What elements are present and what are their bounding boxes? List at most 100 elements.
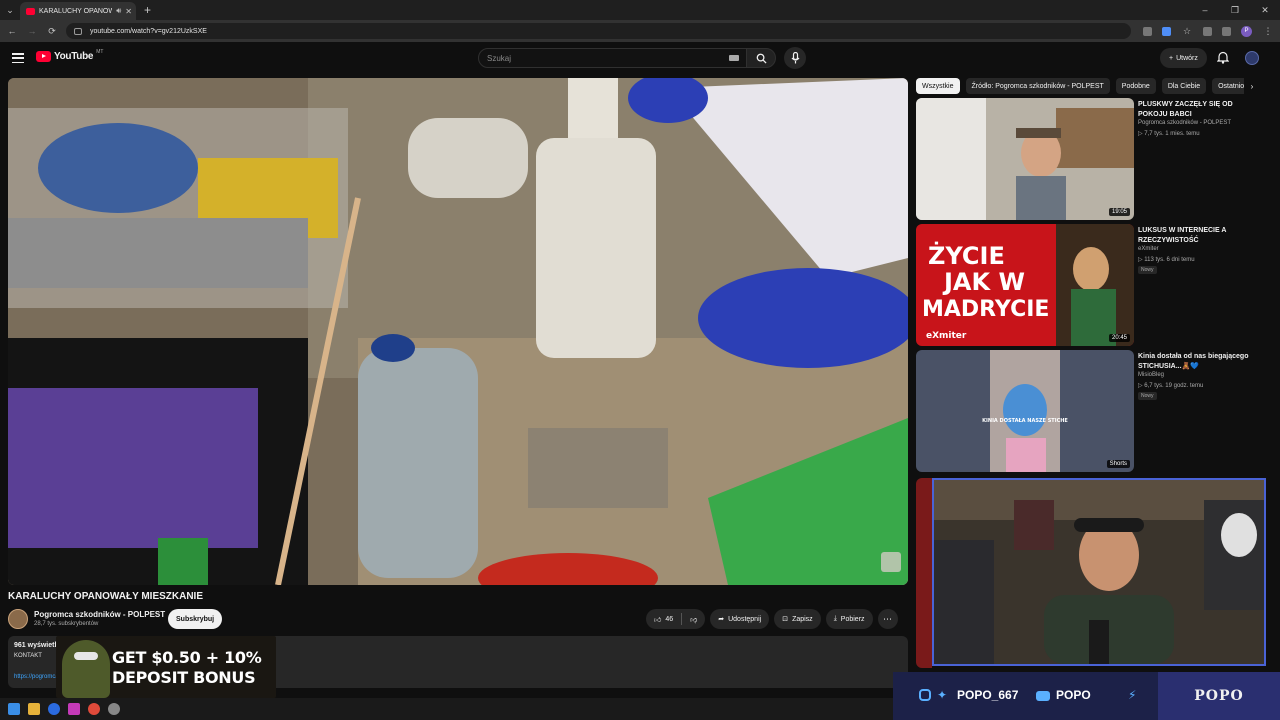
video-duration: 20:45 [1108, 334, 1130, 342]
download-button[interactable]: ⤓ Pobierz [825, 609, 873, 629]
windows-start-icon[interactable] [8, 703, 20, 715]
thumbnail-image [916, 98, 1134, 220]
edge-browser-icon[interactable] [48, 703, 60, 715]
webcam-image [934, 480, 1264, 664]
video-player[interactable] [8, 78, 908, 585]
create-button[interactable]: + Utwórz [1160, 48, 1207, 68]
youtube-masthead: YouTube MT + Utwórz [0, 42, 1280, 74]
deposit-bonus-overlay: GET $0.50 + 10% DEPOSIT BONUS [56, 636, 276, 698]
streamer-webcam [932, 478, 1266, 666]
subscribe-button[interactable]: Subskrybuj [168, 609, 223, 629]
close-window-icon[interactable]: ✕ [1250, 5, 1280, 16]
channel-avatar[interactable] [8, 609, 28, 629]
back-icon[interactable]: ← [6, 26, 18, 36]
like-button[interactable]: 👍︎ 46 [646, 609, 681, 629]
address-bar[interactable]: youtube.com/watch?v=gv212UzkSXE [66, 23, 1131, 39]
recommendation-title[interactable]: Kinia dostała od nas biegającego STICHUS… [1138, 352, 1262, 372]
messenger-icon[interactable] [68, 703, 80, 715]
stream-brand: POPO [1158, 672, 1280, 720]
translate-icon[interactable] [1143, 26, 1152, 36]
voice-search-button[interactable] [784, 47, 806, 69]
windows-taskbar [0, 698, 893, 720]
url-text: youtube.com/watch?v=gv212UzkSXE [90, 27, 207, 35]
video-frame [8, 78, 908, 585]
video-title: KARALUCHY OPANOWAŁY MIESZKANIE [8, 591, 204, 602]
new-badge: Nowy [1138, 392, 1157, 400]
extension-icons: ☆ P ⋮ [1143, 25, 1274, 37]
youtube-logo[interactable]: YouTube MT [36, 48, 104, 62]
social-handle-2: POPO [1056, 688, 1091, 702]
recommendation-channel[interactable]: eXmiter [1138, 246, 1159, 252]
guide-menu-icon[interactable] [12, 53, 24, 63]
extensions-puzzle-icon[interactable] [1203, 26, 1212, 36]
description-contact: KONTAKT [14, 653, 42, 659]
extension-blue-icon[interactable] [1162, 26, 1171, 36]
search-button[interactable] [746, 48, 776, 68]
channel-name[interactable]: Pogromca szkodników - POLPEST [34, 610, 165, 619]
site-info-icon[interactable] [74, 27, 82, 35]
chrome-icon[interactable] [88, 703, 100, 715]
chip-source[interactable]: Źródło: Pogromca szkodników - POLPEST [965, 78, 1110, 94]
bonus-line-2: DEPOSIT BONUS [112, 668, 256, 687]
instagram-icon [919, 689, 931, 701]
twitter-icon: ✦ [937, 688, 948, 702]
create-label: Utwórz [1176, 54, 1198, 62]
chip-all[interactable]: Wszystkie [916, 78, 960, 94]
keyboard-icon[interactable] [729, 55, 739, 61]
file-explorer-icon[interactable] [28, 703, 40, 715]
recommendation-meta: ▷ 113 tys. 6 dni temu [1138, 257, 1195, 263]
youtube-icon [1036, 691, 1050, 701]
minimize-icon[interactable]: – [1190, 5, 1220, 16]
partial-thumbnail[interactable] [916, 478, 932, 668]
chip-related[interactable]: Podobne [1115, 78, 1156, 94]
bookmark-star-icon[interactable]: ☆ [1181, 26, 1193, 37]
browser-tab-active[interactable]: KARALUCHY OPANOWAŁY 🔊︎ ✕ [20, 2, 136, 20]
media-icon[interactable] [1222, 26, 1231, 36]
notifications-bell-icon[interactable] [1216, 51, 1230, 69]
tab-search-chevron-icon[interactable]: ⌄ [0, 0, 20, 20]
chevron-right-icon[interactable]: › [1244, 78, 1260, 94]
dislike-button[interactable]: 👎︎ [682, 609, 705, 629]
maximize-icon[interactable]: ❐ [1220, 5, 1250, 16]
region-code: MT [96, 48, 104, 55]
recommendation-thumbnail[interactable]: 19:05 [916, 98, 1134, 220]
like-dislike-group: 👍︎ 46 👎︎ [646, 609, 706, 629]
thumb-brand: eXmiter [926, 331, 967, 341]
close-tab-icon[interactable]: ✕ [125, 7, 132, 16]
save-button[interactable]: ⊡ Zapisz [774, 609, 821, 629]
mascot-image [62, 640, 110, 698]
recommendation-item[interactable]: ŻYCIE JAK W MADRYCIE eXmiter 20:45 LUKSU… [916, 224, 1266, 346]
recommendation-item[interactable]: 19:05 PLUSKWY ZACZĘŁY SIĘ OD POKOJU BABC… [916, 98, 1266, 220]
recommendation-thumbnail[interactable]: KINIA DOSTAŁA NASZE STICHE Shorts [916, 350, 1134, 472]
shorts-label: Shorts [1106, 460, 1130, 468]
new-tab-icon[interactable]: + [144, 3, 151, 17]
speaker-icon[interactable]: 🔊︎ [116, 6, 121, 16]
browser-menu-icon[interactable]: ⋮ [1262, 26, 1274, 37]
recommendation-channel[interactable]: Pogromca szkodników - POLPEST [1138, 120, 1231, 126]
profile-avatar[interactable]: P [1241, 25, 1252, 37]
recommendation-title[interactable]: PLUSKWY ZACZĘŁY SIĘ OD POKOJU BABCI [1138, 100, 1262, 120]
description-link[interactable]: https://pogromca [14, 674, 59, 680]
account-avatar[interactable] [1245, 51, 1259, 65]
video-actions: 👍︎ 46 👎︎ ➦ Udostępnij ⊡ Zapisz ⤓ Pobierz… [646, 609, 898, 629]
recommendation-channel[interactable]: MisioBleg [1138, 372, 1164, 378]
obs-icon[interactable] [108, 703, 120, 715]
recommendation-meta: ▷ 6,7 tys. 19 godz. temu [1138, 383, 1204, 389]
bookmark-icon: ⊡ [782, 616, 789, 623]
thumbs-up-icon: 👍︎ [654, 616, 662, 624]
thumb-text-3: MADRYCIE [922, 297, 1049, 322]
plus-icon: + [1169, 54, 1174, 62]
recommendation-thumbnail[interactable]: ŻYCIE JAK W MADRYCIE eXmiter 20:45 [916, 224, 1134, 346]
youtube-play-icon [36, 51, 51, 62]
forward-icon[interactable]: → [26, 26, 38, 36]
stream-social-bar: ✦ POPO_667 POPO ⚡ POPO [893, 672, 1280, 720]
more-actions-icon[interactable]: ⋯ [877, 609, 898, 629]
thumb-caption: KINIA DOSTAŁA NASZE STICHE [982, 418, 1068, 424]
recommendation-title[interactable]: LUKSUS W INTERNECIE A RZECZYWISTOŚĆ [1138, 226, 1262, 246]
recommendation-item[interactable]: KINIA DOSTAŁA NASZE STICHE Shorts Kinia … [916, 350, 1266, 472]
share-button[interactable]: ➦ Udostępnij [710, 609, 770, 629]
subscriber-count: 28,7 tys. subskrybentów [34, 621, 99, 627]
reload-icon[interactable]: ⟳ [46, 26, 58, 37]
chip-for-you[interactable]: Dla Ciebie [1161, 78, 1207, 94]
search-input[interactable] [487, 53, 729, 63]
